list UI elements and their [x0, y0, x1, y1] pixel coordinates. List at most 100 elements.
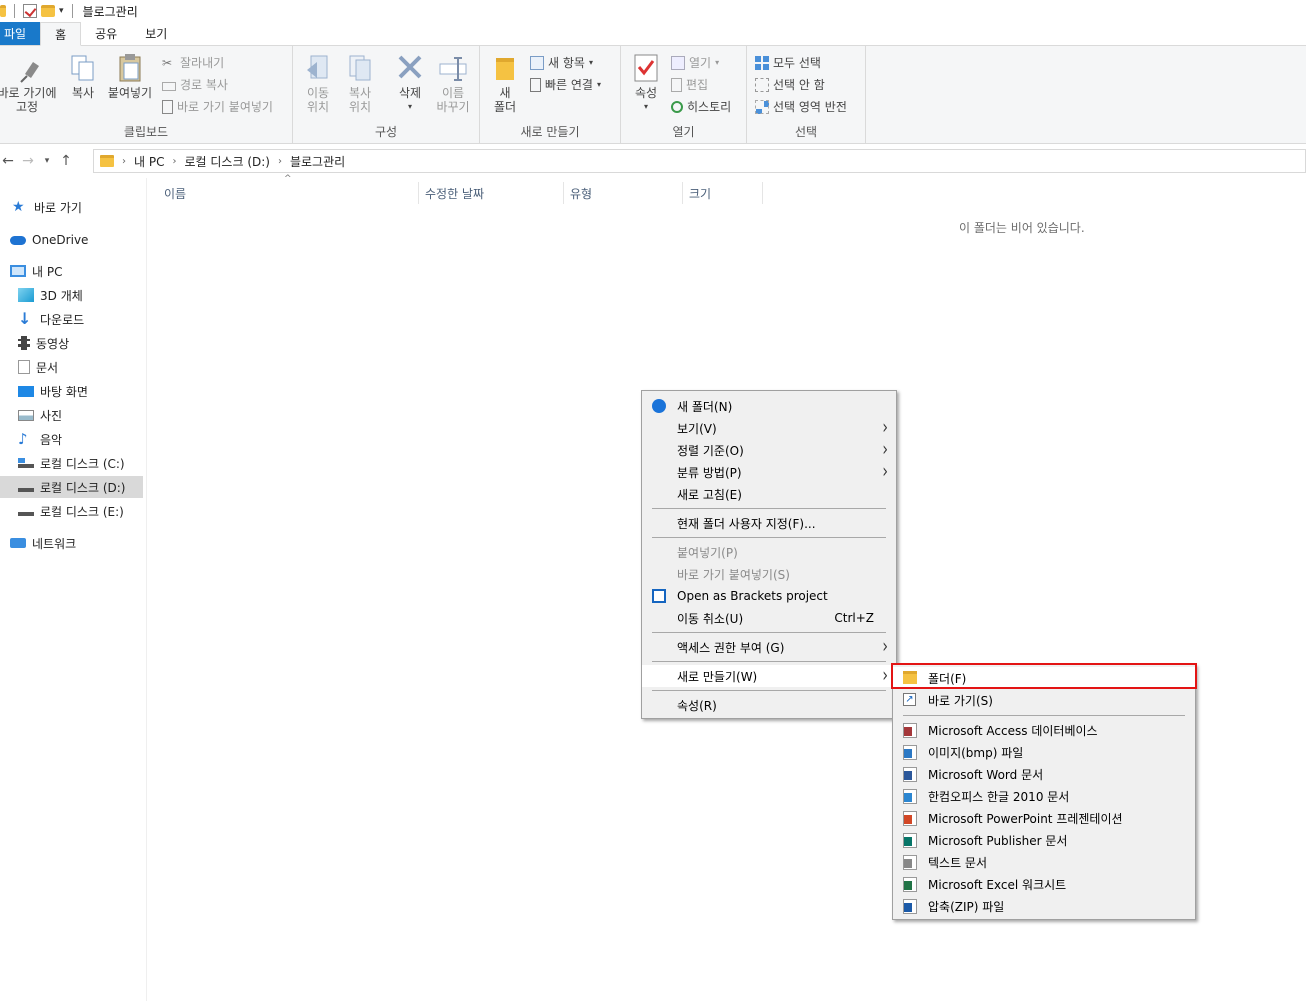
nav-item-this-pc[interactable]: 내 PC [10, 260, 153, 282]
paste-icon [119, 54, 141, 82]
customize-dropdown-icon[interactable]: ▾ [59, 6, 64, 16]
tab-share[interactable]: 공유 [81, 22, 131, 45]
menu-item-new-folder[interactable]: 새 폴더(N) [642, 395, 896, 417]
recent-locations-chevron-icon[interactable]: ▾ [40, 156, 54, 166]
menu-item-undo-move[interactable]: 이동 취소(U) Ctrl+Z [642, 607, 896, 629]
tab-view[interactable]: 보기 [131, 22, 181, 45]
nav-item-pictures[interactable]: 사진 [18, 404, 161, 426]
submenu-item-bitmap[interactable]: 이미지(bmp) 파일 [893, 741, 1195, 763]
clipboard-group-label: 클립보드 [123, 125, 169, 139]
select-group: 모두 선택 선택 안 함 선택 영역 반전 선택 [747, 46, 866, 144]
menu-item-group-by[interactable]: 분류 방법(P) › [642, 461, 896, 483]
menu-separator [652, 537, 886, 538]
breadcrumb-separator-icon[interactable]: › [172, 156, 176, 167]
submenu-item-zip[interactable]: 압축(ZIP) 파일 [893, 895, 1195, 917]
copy-path-button[interactable]: 경로 복사 [162, 76, 228, 93]
menu-item-label: 새 폴더(N) [677, 399, 733, 414]
properties-label: 속성 [634, 86, 658, 100]
column-header-name[interactable]: 이름 [164, 182, 419, 204]
back-arrow-icon[interactable]: ← [0, 153, 16, 169]
copy-to-button[interactable]: 복사 위치 [343, 52, 377, 114]
nav-item-3d-objects[interactable]: 3D 개체 [18, 284, 161, 306]
column-header-type[interactable]: 유형 [564, 182, 683, 204]
address-bar[interactable]: › 내 PC › 로컬 디스크 (D:) › 블로그관리 [93, 149, 1306, 173]
submenu-item-hwp[interactable]: 한컴오피스 한글 2010 문서 [893, 785, 1195, 807]
new-item-label: 새 항목 [548, 56, 585, 70]
submenu-item-excel[interactable]: Microsoft Excel 워크시트 [893, 873, 1195, 895]
nav-item-network[interactable]: 네트워크 [10, 532, 153, 554]
new-folder-icon[interactable] [41, 5, 55, 17]
select-none-button[interactable]: 선택 안 함 [755, 76, 825, 93]
submenu-item-access[interactable]: Microsoft Access 데이터베이스 [893, 719, 1195, 741]
nav-item-quick-access[interactable]: ★ 바로 가기 [12, 196, 155, 218]
tab-file[interactable]: 파일 [0, 22, 41, 45]
breadcrumb-separator-icon[interactable]: › [122, 156, 126, 167]
submenu-item-publisher[interactable]: Microsoft Publisher 문서 [893, 829, 1195, 851]
properties-button[interactable]: 속성 ▾ [631, 52, 661, 114]
column-header-size[interactable]: 크기 [683, 182, 763, 204]
menu-item-view[interactable]: 보기(V) › [642, 417, 896, 439]
nav-label: 네트워크 [32, 536, 77, 551]
copy-button[interactable]: 복사 [66, 52, 100, 100]
nav-item-desktop[interactable]: 바탕 화면 [18, 380, 161, 402]
edit-button[interactable]: 편집 [671, 76, 708, 93]
pin-quick-access-button[interactable]: 바로 가기에 고정 [0, 52, 60, 114]
history-button[interactable]: 히스토리 [671, 98, 731, 115]
breadcrumb-this-pc[interactable]: 내 PC [134, 153, 164, 170]
bitmap-icon [903, 745, 917, 760]
ribbon: 바로 가기에 고정 복사 붙여넣기 ✂ 잘라내기 경로 복사 바로 가기 붙여넣… [0, 46, 1306, 144]
select-all-icon [755, 55, 769, 70]
menu-item-open-as-brackets[interactable]: Open as Brackets project [642, 585, 896, 607]
menu-item-paste[interactable]: 붙여넣기(P) [642, 541, 896, 563]
easy-access-dropdown-icon: ▾ [596, 80, 601, 89]
picture-icon [18, 409, 34, 421]
easy-access-button[interactable]: 빠른 연결 ▾ [530, 76, 601, 93]
open-icon [671, 55, 685, 70]
nav-item-onedrive[interactable]: OneDrive [10, 229, 153, 251]
submenu-item-powerpoint[interactable]: Microsoft PowerPoint 프레젠테이션 [893, 807, 1195, 829]
menu-item-paste-shortcut[interactable]: 바로 가기 붙여넣기(S) [642, 563, 896, 585]
up-arrow-icon[interactable]: ↑ [54, 153, 78, 169]
rename-button[interactable]: 이름 바꾸기 [433, 52, 473, 114]
folder-icon [100, 155, 114, 167]
menu-item-refresh[interactable]: 새로 고침(E) [642, 483, 896, 505]
column-header-date-modified[interactable]: 수정한 날짜 [419, 182, 564, 204]
paste-button[interactable]: 붙여넣기 [106, 52, 154, 100]
empty-folder-message: 이 폴더는 비어 있습니다. [959, 221, 1085, 235]
submenu-item-word[interactable]: Microsoft Word 문서 [893, 763, 1195, 785]
breadcrumb-separator-icon[interactable]: › [278, 156, 282, 167]
cut-button[interactable]: ✂ 잘라내기 [162, 54, 224, 71]
menu-item-label: Microsoft Word 문서 [928, 767, 1044, 782]
nav-item-documents[interactable]: 문서 [18, 356, 161, 378]
menu-item-properties[interactable]: 속성(R) [642, 694, 896, 716]
nav-label: 로컬 디스크 (C:) [40, 456, 125, 471]
menu-item-new[interactable]: 새로 만들기(W) › [642, 665, 896, 687]
new-folder-icon [496, 58, 514, 80]
nav-item-videos[interactable]: 동영상 [18, 332, 161, 354]
nav-item-downloads[interactable]: ↓ 다운로드 [18, 308, 161, 330]
menu-item-give-access[interactable]: 액세스 권한 부여 (G) › [642, 636, 896, 658]
menu-item-label: 보기(V) [677, 421, 717, 436]
nav-item-local-disk-d[interactable]: 로컬 디스크 (D:) [0, 476, 143, 498]
nav-item-music[interactable]: ♪ 음악 [18, 428, 161, 450]
delete-button[interactable]: 삭제 ▾ [393, 52, 427, 114]
nav-item-local-disk-e[interactable]: 로컬 디스크 (E:) [18, 500, 161, 522]
submenu-item-text[interactable]: 텍스트 문서 [893, 851, 1195, 873]
breadcrumb-current-folder[interactable]: 블로그관리 [290, 153, 345, 170]
invert-selection-button[interactable]: 선택 영역 반전 [755, 98, 847, 115]
nav-item-local-disk-c[interactable]: 로컬 디스크 (C:) [18, 452, 161, 474]
menu-item-customize-folder[interactable]: 현재 폴더 사용자 지정(F)... [642, 512, 896, 534]
properties-check-icon[interactable] [23, 4, 37, 18]
menu-item-sort-by[interactable]: 정렬 기준(O) › [642, 439, 896, 461]
open-button[interactable]: 열기 ▾ [671, 54, 719, 71]
paste-shortcut-button[interactable]: 바로 가기 붙여넣기 [162, 98, 273, 115]
film-icon [18, 336, 30, 350]
new-folder-button[interactable]: 새 폴더 [490, 52, 520, 114]
breadcrumb-local-disk-d[interactable]: 로컬 디스크 (D:) [184, 153, 269, 170]
submenu-item-shortcut[interactable]: ↗ 바로 가기(S) [893, 689, 1195, 711]
select-all-button[interactable]: 모두 선택 [755, 54, 821, 71]
forward-arrow-icon[interactable]: → [16, 153, 40, 169]
new-item-button[interactable]: 새 항목 ▾ [530, 54, 593, 71]
move-to-button[interactable]: 이동 위치 [301, 52, 335, 114]
tab-home[interactable]: 홈 [40, 22, 82, 46]
